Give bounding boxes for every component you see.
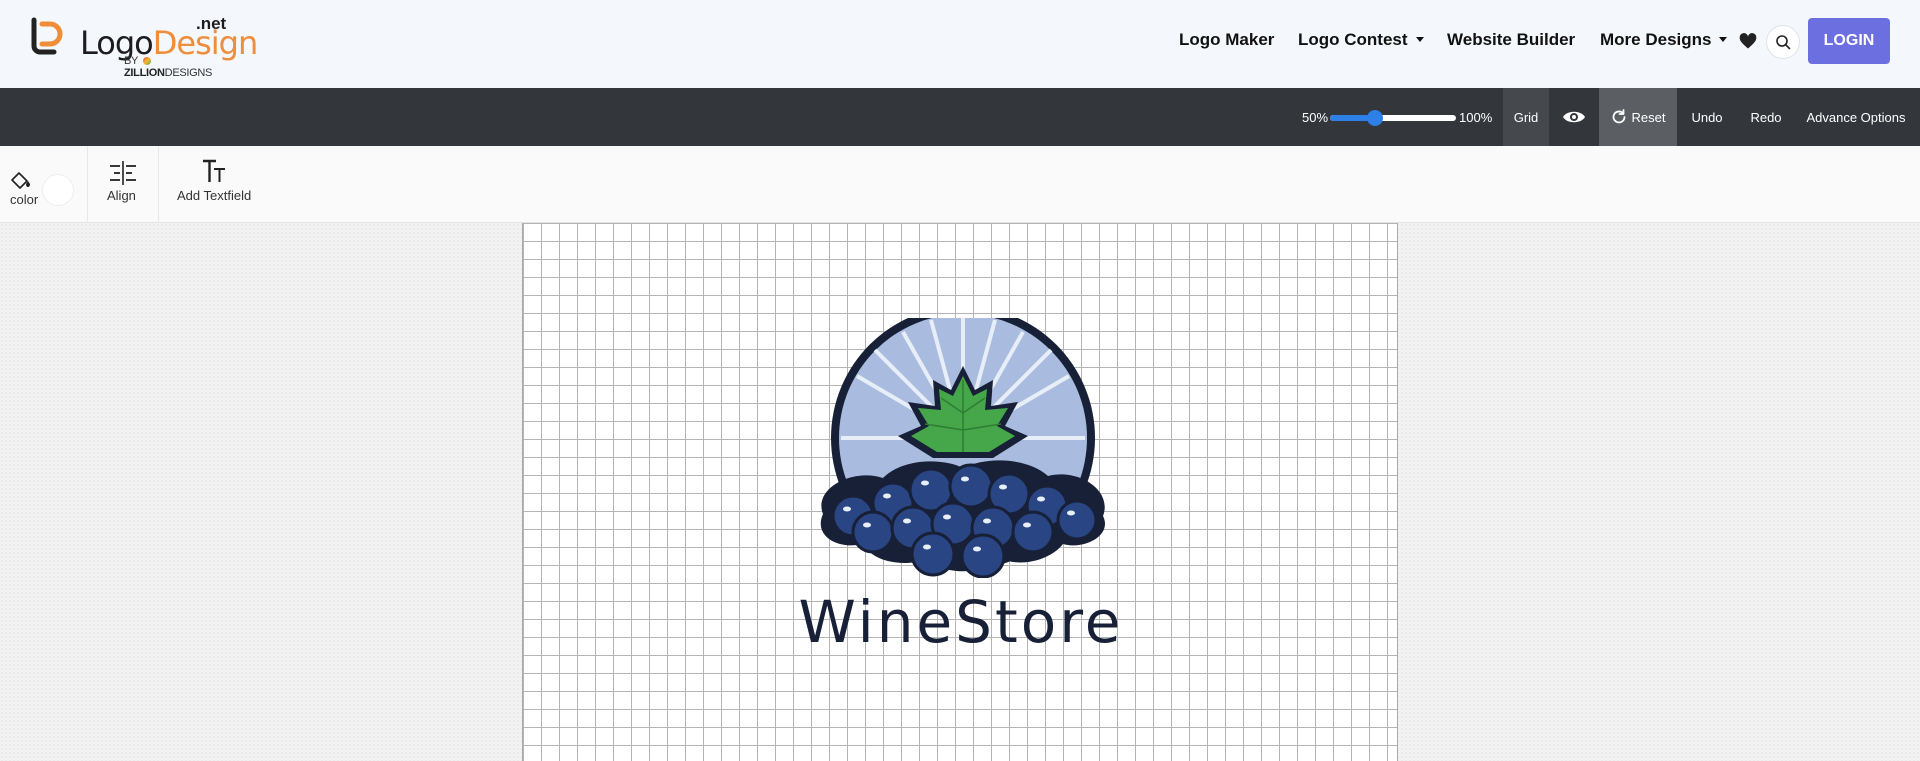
- zoom-max-label: 100%: [1459, 110, 1493, 125]
- preview-button[interactable]: [1549, 88, 1599, 146]
- logo-mark-icon: [31, 17, 63, 55]
- site-header: LogoDesign .net BY ZILLIONDESIGNS Logo M…: [0, 0, 1920, 88]
- color-swatch[interactable]: [42, 174, 74, 206]
- editor-toolbar: 50% 100% Grid Reset Undo Redo Advance Op…: [0, 88, 1920, 146]
- undo-button[interactable]: Undo: [1677, 88, 1737, 146]
- reset-icon: [1612, 109, 1625, 124]
- editor-workspace: WineStore: [0, 223, 1920, 761]
- design-canvas[interactable]: WineStore: [522, 223, 1398, 761]
- text-size-icon: [203, 159, 225, 182]
- zoom-slider-thumb[interactable]: [1367, 110, 1384, 126]
- nav-logo-maker[interactable]: Logo Maker: [1179, 30, 1274, 50]
- align-icon: [110, 161, 136, 185]
- grid-toggle-button[interactable]: Grid: [1503, 88, 1549, 146]
- site-logo[interactable]: LogoDesign .net BY ZILLIONDESIGNS: [28, 14, 258, 79]
- search-icon: [1776, 35, 1791, 50]
- search-button[interactable]: [1766, 25, 1800, 59]
- nav-website-builder[interactable]: Website Builder: [1447, 30, 1575, 50]
- color-tool[interactable]: color: [0, 146, 88, 223]
- align-tool[interactable]: Align: [88, 146, 159, 223]
- chevron-down-icon: [1415, 37, 1424, 42]
- align-label: Align: [107, 188, 136, 203]
- heart-icon[interactable]: [1738, 31, 1758, 51]
- login-button[interactable]: LOGIN: [1808, 18, 1890, 64]
- color-label: color: [10, 192, 39, 207]
- grapes-emblem-icon[interactable]: [813, 318, 1113, 578]
- zoom-slider[interactable]: [1330, 110, 1456, 126]
- redo-button[interactable]: Redo: [1737, 88, 1795, 146]
- brand-net: .net: [196, 14, 227, 33]
- paint-bucket-icon: [11, 172, 30, 189]
- add-textfield-label: Add Textfield: [177, 188, 252, 203]
- eye-icon: [1563, 111, 1585, 123]
- zoom-min-label: 50%: [1302, 110, 1329, 125]
- reset-label: Reset: [1631, 109, 1666, 125]
- undo-label: Undo: [1691, 109, 1723, 125]
- chevron-down-icon: [1719, 37, 1728, 42]
- nav-logo-contest[interactable]: Logo Contest: [1298, 30, 1424, 50]
- tools-bar: color Align Add Textfield: [0, 146, 1920, 223]
- redo-label: Redo: [1750, 109, 1782, 125]
- reset-button[interactable]: Reset: [1599, 88, 1677, 146]
- add-textfield-tool[interactable]: Add Textfield: [159, 146, 271, 223]
- advance-options-label: Advance Options: [1806, 109, 1906, 125]
- nav-more-designs[interactable]: More Designs: [1600, 30, 1728, 50]
- advance-options-button[interactable]: Advance Options: [1795, 88, 1917, 146]
- zillion-dot-icon: [142, 57, 151, 65]
- brand-byline: BY ZILLIONDESIGNS: [124, 55, 213, 79]
- grid-label: Grid: [1513, 109, 1539, 125]
- logo-text[interactable]: WineStore: [723, 588, 1199, 656]
